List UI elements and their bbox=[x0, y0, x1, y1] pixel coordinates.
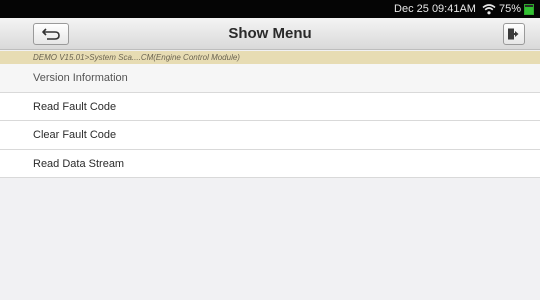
menu-item-version-information[interactable]: Version Information bbox=[0, 64, 540, 93]
breadcrumb: DEMO V15.01>System Sca....CM(Engine Cont… bbox=[0, 51, 540, 64]
back-button[interactable] bbox=[33, 23, 69, 45]
status-bar: Dec 25 09:41AM 75% bbox=[0, 0, 540, 18]
back-arrow-icon bbox=[42, 28, 60, 40]
title-bar: Show Menu bbox=[0, 18, 540, 50]
exit-button[interactable] bbox=[503, 23, 525, 45]
menu-item-read-data-stream[interactable]: Read Data Stream bbox=[0, 149, 540, 178]
status-datetime: Dec 25 09:41AM bbox=[394, 3, 476, 15]
page-title: Show Menu bbox=[228, 25, 312, 42]
menu-list: Version Information Read Fault Code Clea… bbox=[0, 64, 540, 178]
wifi-icon bbox=[482, 4, 496, 15]
menu-item-read-fault-code[interactable]: Read Fault Code bbox=[0, 92, 540, 121]
menu-item-clear-fault-code[interactable]: Clear Fault Code bbox=[0, 121, 540, 150]
battery-icon bbox=[524, 3, 534, 15]
exit-icon bbox=[508, 28, 519, 40]
battery-percent: 75% bbox=[498, 3, 521, 15]
